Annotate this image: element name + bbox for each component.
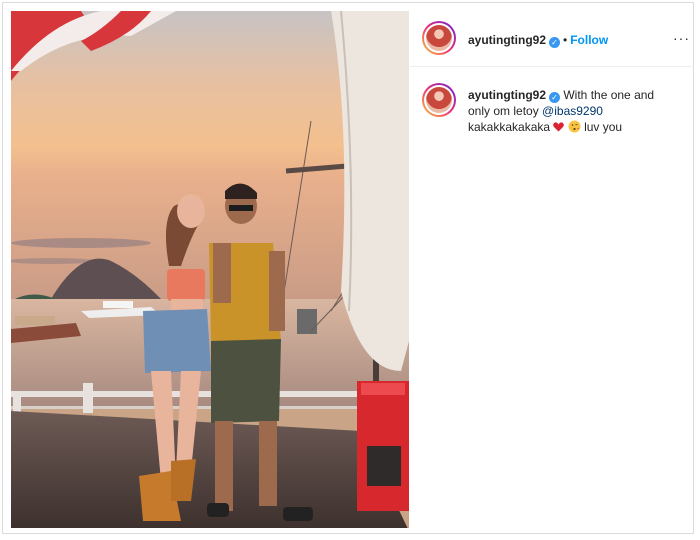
caption-avatar[interactable] [422,83,456,117]
separator-dot: • [563,33,568,47]
header-user-line: ayutingting92 ✓ • Follow [468,31,608,49]
caption-text-part2: kakakkakakaka [468,120,551,134]
post-photo-scene [11,11,409,528]
follow-button[interactable]: Follow [570,33,608,47]
header-username[interactable]: ayutingting92 [468,33,546,47]
verified-badge-icon: ✓ [549,37,561,48]
caption-text: ayutingting92 ✓ With the one and only om … [468,87,678,135]
red-heart-emoji-icon [553,122,565,132]
caption-text-part3: luv you [584,120,623,134]
post-side-panel: ayutingting92 ✓ • Follow ··· ayutingting92 ✓… [410,11,694,528]
kissing-face-emoji-icon [568,120,581,133]
post-photo[interactable] [11,11,409,528]
avatar-image [426,25,452,51]
caption-username[interactable]: ayutingting92 [468,88,546,102]
caption-avatar-image [426,87,452,113]
post-header: ayutingting92 ✓ • Follow ··· [410,11,694,67]
caption-verified-badge-icon: ✓ [549,92,561,103]
more-options-icon[interactable]: ··· [673,30,690,46]
avatar[interactable] [422,21,456,55]
caption-mention-link[interactable]: @ibas9290 [542,104,603,118]
